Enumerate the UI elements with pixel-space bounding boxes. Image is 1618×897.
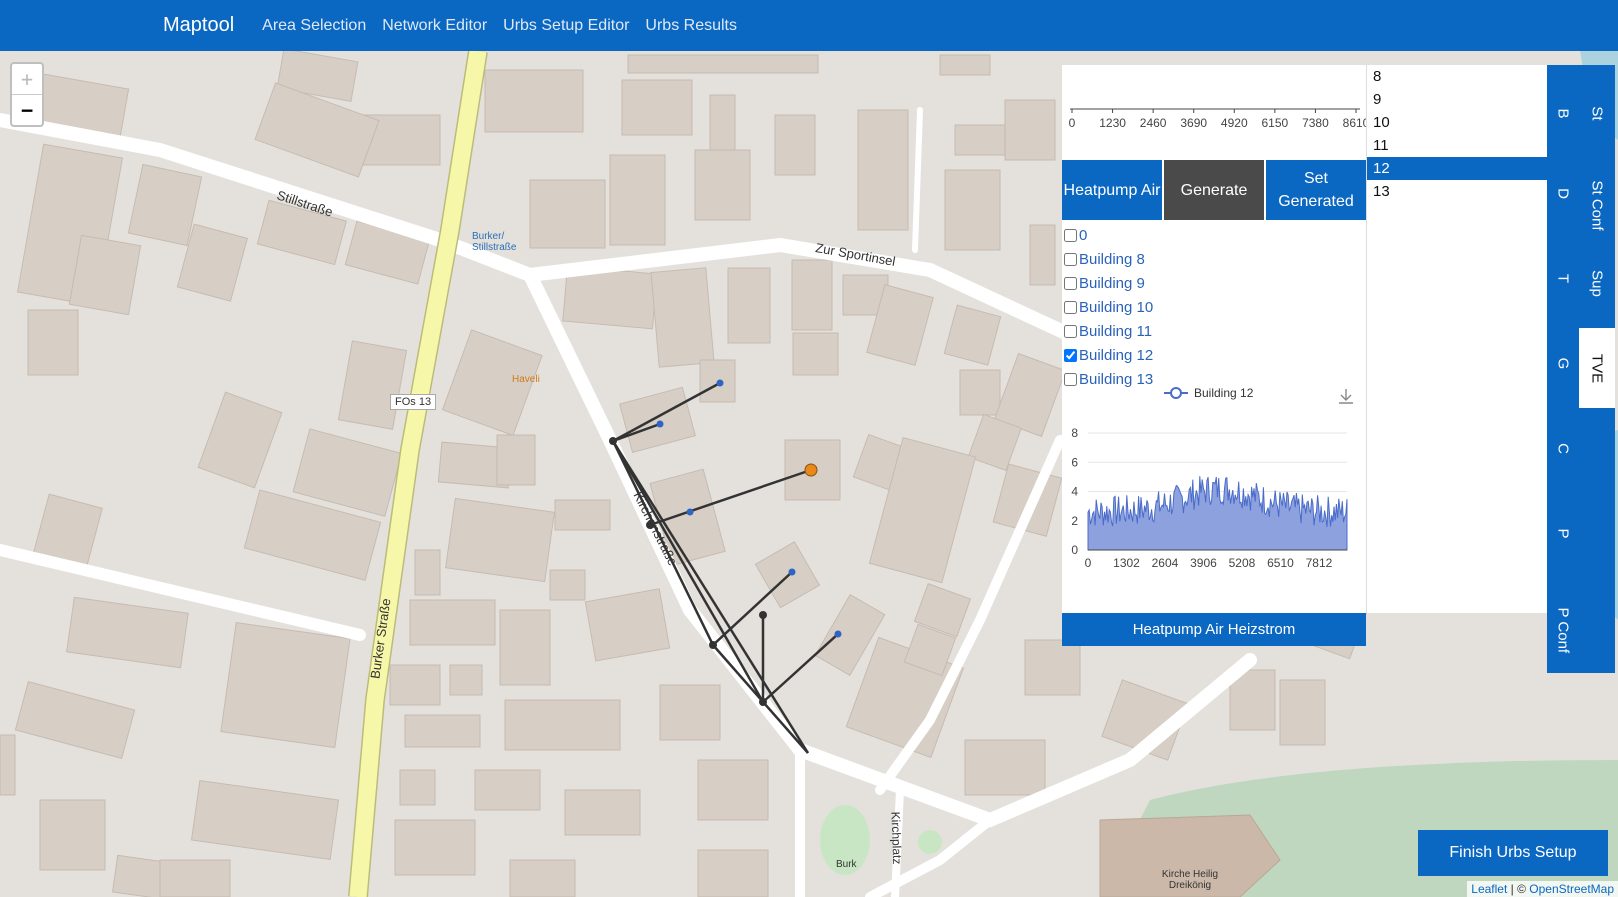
x-tick-label: 7812	[1306, 556, 1333, 570]
x-tick-label: 0	[1085, 556, 1092, 570]
zoom-in-button[interactable]: +	[12, 64, 42, 95]
top-axis-tick-label: 3690	[1180, 116, 1207, 130]
y-tick-label: 2	[1071, 514, 1078, 528]
download-icon[interactable]	[1339, 389, 1353, 404]
building-id-item[interactable]: 12	[1367, 157, 1548, 180]
building-checkbox-row[interactable]: Building 8	[1064, 247, 1153, 271]
label-haveli: Haveli	[512, 374, 540, 385]
top-navbar: Maptool Area Selection Network Editor Ur…	[0, 0, 1618, 51]
x-tick-label: 1302	[1113, 556, 1140, 570]
profile-editor: 01230246036904920615073808610 Heatpump A…	[1062, 65, 1370, 646]
outer-vertical-tabs: St St Conf Sup TVE	[1579, 65, 1615, 673]
top-axis-tick-label: 0	[1069, 116, 1076, 130]
vtab-sup[interactable]: Sup	[1589, 266, 1606, 302]
top-axis-tick-label: 4920	[1221, 116, 1248, 130]
y-tick-label: 8	[1071, 426, 1078, 440]
x-tick-label: 5208	[1229, 556, 1256, 570]
y-tick-label: 0	[1071, 543, 1078, 557]
building-checkbox-list: 0 Building 8 Building 9 Building 10 Building…	[1064, 223, 1153, 391]
heatpump-air-button[interactable]: Heatpump Air	[1062, 160, 1162, 220]
building-checkbox-label: Building 8	[1079, 250, 1145, 268]
vtab-c[interactable]: C	[1555, 433, 1572, 465]
building-checkbox[interactable]	[1064, 324, 1077, 338]
vtab-d[interactable]: D	[1555, 178, 1572, 210]
legend-label: Building 12	[1194, 386, 1254, 400]
y-tick-label: 4	[1071, 485, 1078, 499]
map-attribution: Leaflet | © OpenStreetMap	[1467, 881, 1618, 897]
building-id-list: 8 9 10 11 12 13	[1366, 65, 1548, 613]
label-church: Kirche Heilig Dreikönig	[1161, 869, 1219, 891]
vtab-p[interactable]: P	[1555, 518, 1572, 550]
legend-marker	[1170, 387, 1182, 399]
building-id-item[interactable]: 10	[1367, 111, 1548, 134]
building-checkbox-row[interactable]: Building 12	[1064, 343, 1153, 367]
nav-network-editor[interactable]: Network Editor	[382, 17, 487, 35]
x-tick-label: 2604	[1152, 556, 1179, 570]
finish-urbs-setup-button[interactable]: Finish Urbs Setup	[1418, 830, 1608, 876]
building-checkbox-label: Building 9	[1079, 274, 1145, 292]
top-axis-tick-label: 1230	[1099, 116, 1126, 130]
building-checkbox-label: Building 10	[1079, 298, 1154, 316]
top-axis-chart: 0 1230 2460 3690 4920 6150 7380 8610	[1069, 108, 1370, 130]
vtab-st-conf[interactable]: St Conf	[1589, 181, 1606, 231]
zoom-out-button[interactable]: −	[12, 95, 42, 125]
vtab-p-conf[interactable]: P Conf	[1555, 608, 1572, 654]
action-buttons: Heatpump Air Generate Set Generated	[1062, 160, 1366, 220]
building-id-item[interactable]: 13	[1367, 180, 1548, 203]
urbs-setup-panel: 01230246036904920615073808610 Heatpump A…	[1062, 65, 1548, 646]
inner-vertical-tabs: B D T G C P P Conf	[1547, 65, 1579, 673]
building-checkbox-label: 0	[1079, 226, 1088, 244]
x-tick-label: 6510	[1267, 556, 1294, 570]
top-axis-tick-label: 8610	[1343, 116, 1366, 130]
label-kirchplatz: Kirchplatz	[888, 811, 905, 865]
nav-urbs-results[interactable]: Urbs Results	[645, 17, 737, 35]
building-checkbox-row[interactable]: 0	[1064, 223, 1153, 247]
building-id-item[interactable]: 9	[1367, 88, 1548, 111]
generate-button[interactable]: Generate	[1164, 160, 1264, 220]
building-checkbox[interactable]	[1064, 276, 1077, 290]
vtab-t[interactable]: T	[1555, 263, 1572, 295]
top-axis-tick-label: 6150	[1262, 116, 1289, 130]
vtab-g[interactable]: G	[1555, 348, 1572, 380]
label-burk: Burk	[836, 859, 857, 870]
nav-urbs-setup-editor[interactable]: Urbs Setup Editor	[503, 17, 629, 35]
y-tick-label: 6	[1071, 455, 1078, 469]
osm-link[interactable]: OpenStreetMap	[1529, 882, 1614, 896]
profile-chart: Building 12 0 2 4 6 8 0 1302 2604 3906 5208 6510 781…	[1071, 386, 1353, 570]
building-checkbox-label: Building 11	[1079, 322, 1153, 340]
attribution-sep: | ©	[1507, 882, 1530, 896]
building-checkbox-row[interactable]: Building 9	[1064, 271, 1153, 295]
building-checkbox-label: Building 12	[1079, 346, 1154, 364]
x-tick-label: 3906	[1190, 556, 1217, 570]
vtab-tve[interactable]: TVE	[1589, 351, 1606, 387]
building-id-item[interactable]: 11	[1367, 134, 1548, 157]
building-checkbox-row[interactable]: Building 10	[1064, 295, 1153, 319]
heatpump-heizstrom-button[interactable]: Heatpump Air Heizstrom	[1062, 613, 1366, 646]
nav-area-selection[interactable]: Area Selection	[262, 17, 366, 35]
building-checkbox[interactable]	[1064, 372, 1077, 386]
set-generated-button[interactable]: Set Generated	[1266, 160, 1366, 220]
building-checkbox-row[interactable]: Building 11	[1064, 319, 1153, 343]
building-id-item[interactable]: 8	[1367, 65, 1548, 88]
label-bus-stop: Burker/ Stillstraße	[472, 231, 517, 253]
label-fos13: FOs 13	[390, 394, 437, 410]
top-axis-tick-label: 2460	[1140, 116, 1167, 130]
leaflet-link[interactable]: Leaflet	[1471, 882, 1507, 896]
top-axis-tick-label: 7380	[1302, 116, 1329, 130]
building-checkbox[interactable]	[1064, 252, 1077, 266]
app-brand[interactable]: Maptool	[163, 14, 234, 37]
building-checkbox[interactable]	[1064, 348, 1077, 362]
series-area-building-12	[1087, 476, 1348, 551]
vtab-b[interactable]: B	[1555, 98, 1572, 130]
building-checkbox[interactable]	[1064, 228, 1077, 242]
building-checkbox[interactable]	[1064, 300, 1077, 314]
vtab-st[interactable]: St	[1589, 96, 1606, 132]
zoom-control: + −	[10, 62, 44, 127]
